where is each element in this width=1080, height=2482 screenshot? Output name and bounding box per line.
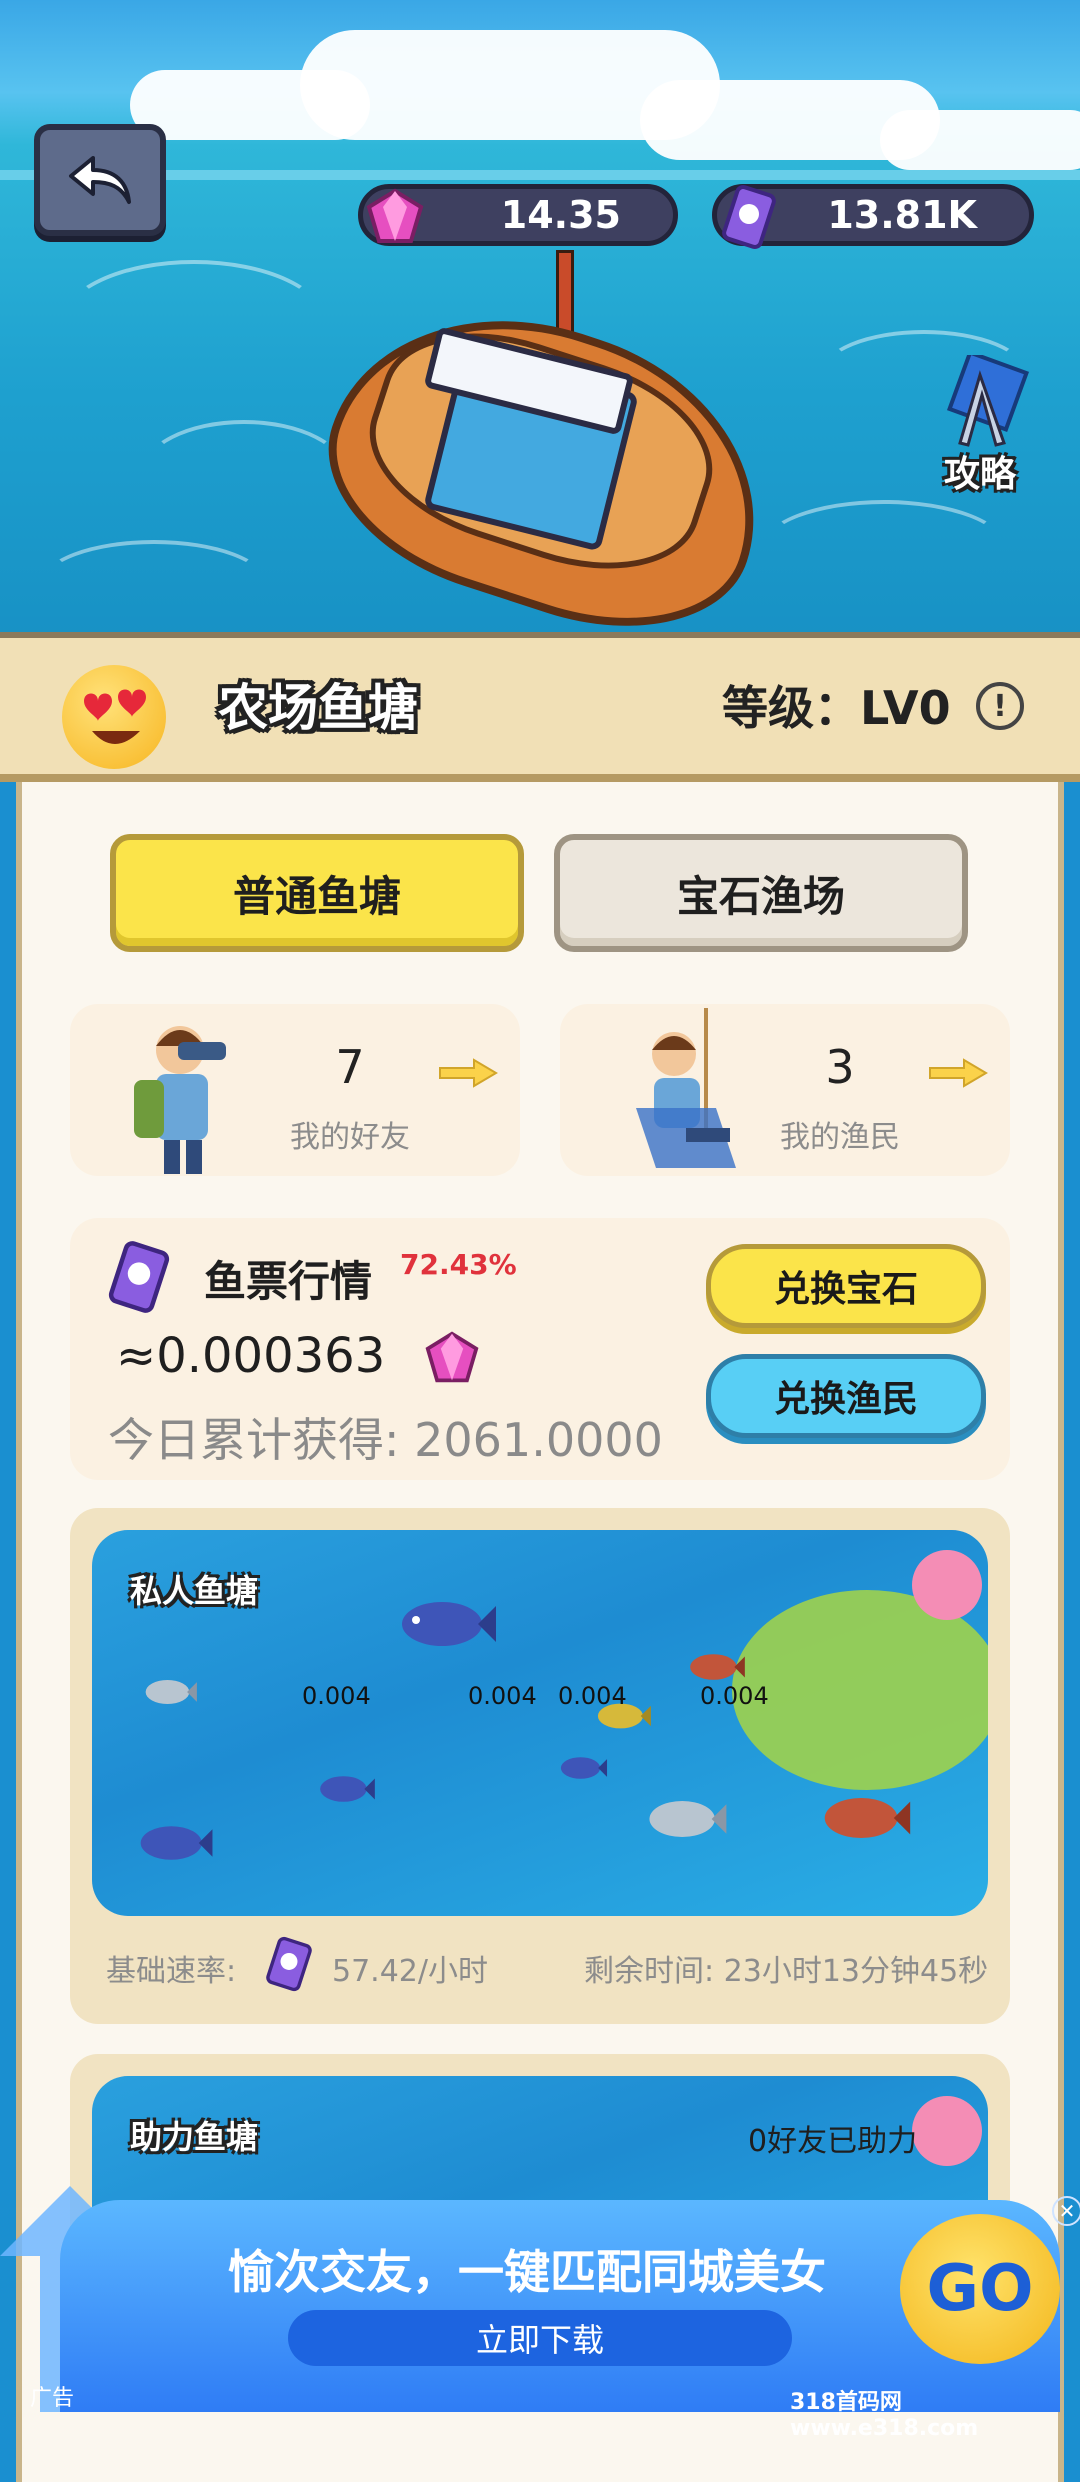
gem-icon bbox=[425, 1331, 479, 1383]
tab-normal-pond[interactable]: 普通鱼塘 bbox=[110, 834, 524, 952]
ticket-icon bbox=[108, 1241, 170, 1313]
market-change: 72.43% bbox=[400, 1248, 517, 1281]
friends-label: 我的好友 bbox=[290, 1120, 410, 1155]
assist-count-text: 0好友已助力 bbox=[748, 2124, 918, 2159]
arrow-right-icon bbox=[439, 1058, 498, 1088]
market-title: 鱼票行情 bbox=[204, 1257, 373, 1306]
fish-value: 0.004 bbox=[558, 1682, 627, 1710]
ad-download-button[interactable]: 立即下载 bbox=[288, 2310, 792, 2366]
wave bbox=[760, 500, 1008, 598]
ad-headline[interactable]: 愉次交友，一键匹配同城美女 bbox=[228, 2236, 826, 2302]
gems-value: 14.35 bbox=[500, 193, 621, 237]
gems-balance: 14.35 bbox=[358, 184, 678, 246]
today-value: 2061.0000 bbox=[414, 1413, 663, 1467]
base-rate-label: 基础速率: bbox=[106, 1954, 237, 1989]
tab-label: 普通鱼塘 bbox=[232, 871, 401, 921]
wave bbox=[140, 420, 348, 528]
fishermen-count: 3 bbox=[825, 1040, 855, 1094]
info-glyph: ! bbox=[993, 688, 1007, 724]
guide-label[interactable]: 攻略 bbox=[920, 445, 1040, 497]
ticket-icon bbox=[709, 177, 789, 257]
fish-icon bbox=[690, 1654, 745, 1680]
lotus-flower bbox=[912, 1550, 982, 1620]
ad-go-label: GO bbox=[926, 2252, 1034, 2326]
fishermen-card[interactable]: 3 我的渔民 bbox=[560, 1004, 1010, 1176]
arrow-right-icon bbox=[929, 1058, 988, 1088]
fish-icon bbox=[320, 1776, 375, 1802]
remaining-label: 剩余时间: bbox=[584, 1954, 715, 1989]
tickets-value: 13.81K bbox=[827, 193, 977, 237]
close-icon[interactable]: ✕ bbox=[1052, 2196, 1080, 2226]
tickets-balance: 13.81K bbox=[712, 184, 1034, 249]
ticket-market-card: 鱼票行情 72.43% ≈0.000363 今日累计获得: 2061.0000 … bbox=[70, 1218, 1010, 1480]
wave bbox=[40, 540, 268, 628]
friends-card[interactable]: 7 我的好友 bbox=[70, 1004, 520, 1176]
lotus-flower bbox=[912, 2096, 982, 2166]
private-pond-title: 私人鱼塘 bbox=[130, 1572, 259, 1610]
assist-pond-title: 助力鱼塘 bbox=[130, 2118, 259, 2156]
fishermen-label: 我的渔民 bbox=[780, 1120, 900, 1155]
exchange-fisherman-label: 兑换渔民 bbox=[773, 1379, 918, 1420]
fish-icon bbox=[649, 1801, 727, 1837]
boy-binoculars-icon bbox=[134, 1026, 226, 1174]
info-icon[interactable]: ! bbox=[976, 682, 1024, 730]
today-label: 今日累计获得: bbox=[108, 1413, 400, 1467]
remaining-time: 剩余时间: 23小时13分钟45秒 bbox=[584, 1946, 988, 1990]
back-arrow-icon bbox=[69, 156, 131, 204]
heart-eyes-emoji-icon bbox=[62, 665, 166, 769]
fish-value: 0.004 bbox=[302, 1682, 371, 1710]
lily-pad bbox=[732, 1590, 988, 1790]
fish-icon bbox=[402, 1602, 496, 1646]
level-text: 等级：LV0 bbox=[722, 681, 951, 735]
tab-label: 宝石渔场 bbox=[676, 871, 845, 921]
exchange-fisherman-button[interactable]: 兑换渔民 bbox=[706, 1354, 986, 1438]
remaining-value: 23小时13分钟45秒 bbox=[723, 1954, 989, 1989]
market-rate: ≈0.000363 bbox=[116, 1328, 386, 1384]
guide-compass-icon bbox=[946, 349, 1030, 447]
base-rate-value: 57.42/小时 bbox=[332, 1954, 488, 1989]
ad-download-label: 立即下载 bbox=[475, 2321, 604, 2359]
close-glyph: ✕ bbox=[1058, 2199, 1076, 2223]
fish-value: 0.004 bbox=[700, 1682, 769, 1710]
ticket-icon bbox=[266, 1936, 312, 1992]
tab-gem-fishery[interactable]: 宝石渔场 bbox=[554, 834, 968, 952]
today-earned: 今日累计获得: 2061.0000 bbox=[108, 1404, 663, 1470]
watermark: 318首码网 www.e318.com bbox=[790, 2390, 979, 2441]
fish-icon bbox=[140, 1826, 213, 1860]
exchange-gem-button[interactable]: 兑换宝石 bbox=[706, 1244, 986, 1328]
private-pond-card: 私人鱼塘 0.004 0.004 0.004 0.004 基础速率: 57.42… bbox=[70, 1508, 1010, 2024]
private-pond-scene[interactable]: 私人鱼塘 0.004 0.004 0.004 0.004 bbox=[92, 1530, 988, 1916]
fish-icon bbox=[560, 1757, 608, 1779]
gem-icon bbox=[355, 177, 435, 257]
exchange-gem-label: 兑换宝石 bbox=[773, 1269, 918, 1310]
back-button[interactable] bbox=[34, 124, 166, 236]
fisherman-chair-icon bbox=[636, 1008, 736, 1168]
ad-go-button[interactable]: GO bbox=[900, 2214, 1060, 2364]
wave bbox=[60, 260, 328, 388]
ad-tag: 广告 bbox=[30, 2386, 75, 2411]
page-title: 农场鱼塘 bbox=[218, 679, 418, 737]
fish-icon bbox=[145, 1680, 197, 1704]
sea-scene bbox=[0, 0, 1080, 660]
fish-value: 0.004 bbox=[468, 1682, 537, 1710]
cloud bbox=[880, 110, 1080, 170]
fish-icon bbox=[824, 1798, 911, 1838]
friends-count: 7 bbox=[335, 1040, 365, 1094]
